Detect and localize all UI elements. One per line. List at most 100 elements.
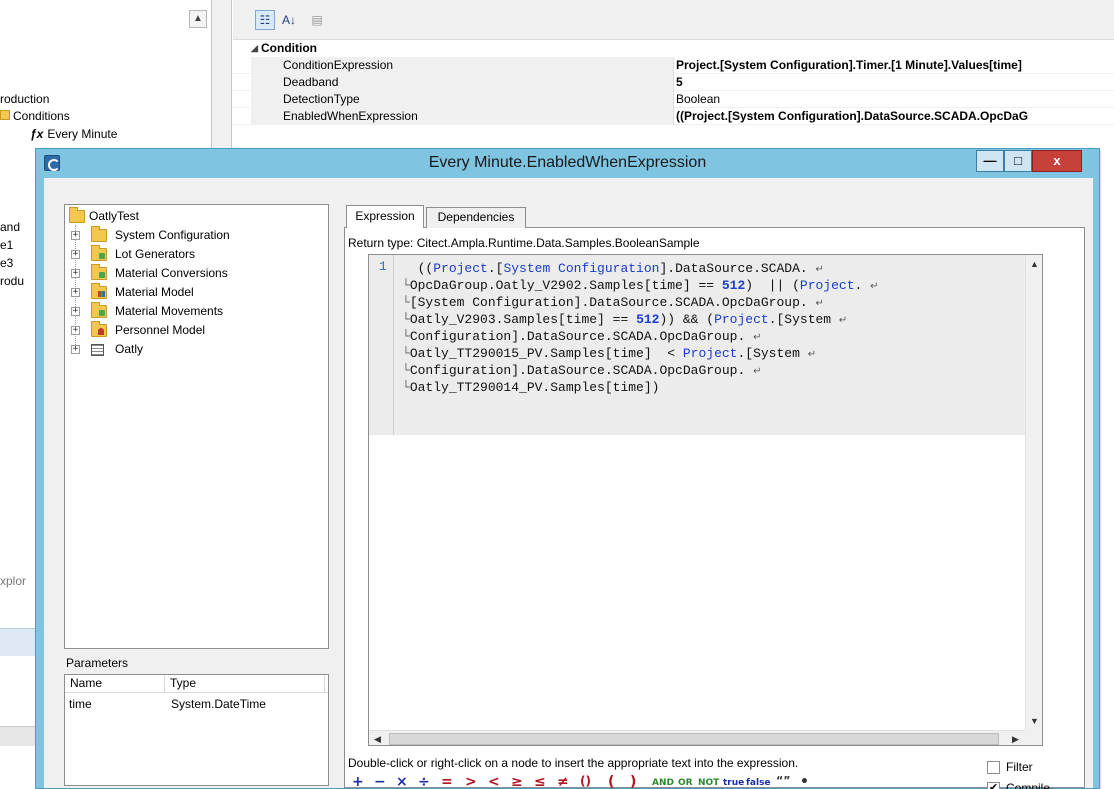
property-category[interactable]: ◢ Condition — [233, 40, 1114, 57]
tree-item-material-conversions[interactable]: + Material Conversions — [71, 264, 321, 283]
scroll-down-arrow-icon[interactable]: ▼ — [1028, 714, 1041, 728]
column-header-name[interactable]: Name — [65, 675, 165, 693]
tree-item-lot-generators[interactable]: + Lot Generators — [71, 245, 321, 264]
op-less-button[interactable]: < — [488, 774, 500, 789]
code-line[interactable]: └Oatly_TT290014_PV.Samples[time]) — [402, 379, 659, 396]
property-name: EnabledWhenExpression — [251, 108, 674, 125]
op-greater-button[interactable]: > — [465, 774, 477, 789]
op-greater-equal-button[interactable]: ≥ — [511, 774, 523, 789]
op-plus-button[interactable]: + — [352, 774, 364, 789]
code-line[interactable]: └Oatly_TT290015_PV.Samples[time] < Proje… — [402, 345, 816, 362]
bg-tree-item[interactable]: ƒx Every Minute — [30, 127, 117, 141]
category-label: Condition — [261, 41, 317, 55]
op-true-button[interactable]: true — [723, 778, 744, 788]
system-config-icon — [91, 226, 107, 242]
filter-checkbox[interactable] — [987, 761, 1000, 774]
expand-icon[interactable]: + — [71, 250, 80, 259]
property-pages-icon[interactable]: ▤ — [307, 10, 327, 30]
op-dot-button[interactable]: • — [800, 774, 809, 789]
return-type-label: Return type: Citect.Ampla.Runtime.Data.S… — [348, 236, 700, 250]
op-multiply-button[interactable]: × — [396, 774, 408, 789]
bg-tree-item[interactable]: e1 — [0, 238, 13, 252]
op-parens-button[interactable]: () — [580, 774, 591, 788]
expand-icon[interactable]: + — [71, 345, 80, 354]
property-value[interactable]: ((Project.[System Configuration].DataSou… — [674, 108, 1114, 125]
expand-icon[interactable]: + — [71, 231, 80, 240]
compile-checkbox[interactable]: ✔ — [987, 782, 1000, 789]
param-name-cell[interactable]: time — [65, 695, 165, 713]
property-row[interactable]: EnabledWhenExpression ((Project.[System … — [233, 108, 1114, 125]
tree-item-system-configuration[interactable]: + System Configuration — [71, 226, 321, 245]
close-button[interactable]: x — [1032, 150, 1082, 172]
bg-tree-item[interactable]: Conditions — [0, 109, 70, 123]
param-type-cell[interactable]: System.DateTime — [167, 695, 325, 713]
line-number: 1 — [379, 259, 387, 274]
tree-root-oatlytest[interactable]: OatlyTest — [69, 207, 269, 226]
op-divide-button[interactable]: ÷ — [418, 774, 430, 789]
op-not-button[interactable]: NOT — [698, 778, 719, 788]
op-minus-button[interactable]: − — [374, 774, 386, 789]
code-line[interactable]: ((Project.[System Configuration].DataSou… — [402, 260, 824, 277]
code-line[interactable]: └Configuration].DataSource.SCADA.OpcDaGr… — [402, 328, 761, 345]
code-line[interactable]: └[System Configuration].DataSource.SCADA… — [402, 294, 824, 311]
maximize-button[interactable]: □ — [1004, 150, 1032, 172]
horizontal-scroll-thumb[interactable] — [389, 733, 999, 745]
expression-editor[interactable]: 1 ((Project.[System Configuration].DataS… — [368, 254, 1043, 746]
op-false-button[interactable]: false — [746, 778, 771, 788]
folder-icon — [91, 283, 107, 299]
horizontal-scrollbar[interactable]: ◀ ▶ — [369, 730, 1025, 745]
project-tree[interactable]: OatlyTest + System Configuration + Lot G… — [64, 204, 329, 649]
code-line[interactable]: └OpcDaGroup.Oatly_V2902.Samples[time] ==… — [402, 277, 879, 294]
property-grid: ◢ Condition ConditionExpression Project.… — [233, 40, 1114, 125]
code-line[interactable]: └Configuration].DataSource.SCADA.OpcDaGr… — [402, 362, 761, 379]
bg-tree-item[interactable]: roduction — [0, 92, 49, 106]
expand-icon[interactable]: + — [71, 288, 80, 297]
expand-icon[interactable]: + — [71, 307, 80, 316]
op-quotes-button[interactable]: “” — [776, 774, 790, 787]
property-value[interactable]: Project.[System Configuration].Timer.[1 … — [674, 57, 1114, 74]
property-row[interactable]: Deadband 5 — [233, 74, 1114, 91]
minimize-button[interactable]: — — [976, 150, 1004, 172]
bg-tab-label[interactable]: xplor — [0, 574, 26, 588]
tree-item-personnel-model[interactable]: + Personnel Model — [71, 321, 321, 340]
property-value[interactable]: Boolean — [674, 91, 1114, 108]
tree-item-oatly[interactable]: + Oatly — [71, 340, 321, 359]
bg-tree-item[interactable]: and — [0, 220, 20, 234]
scroll-up-arrow-icon[interactable]: ▲ — [189, 10, 207, 28]
op-and-button[interactable]: AND — [652, 778, 674, 788]
op-close-paren-button[interactable]: ) — [630, 774, 636, 789]
parameters-label: Parameters — [66, 656, 129, 670]
op-equals-button[interactable]: = — [441, 774, 453, 789]
tab-dependencies[interactable]: Dependencies — [426, 207, 526, 228]
op-open-paren-button[interactable]: ( — [608, 774, 614, 789]
categorized-icon[interactable]: ☷ — [255, 10, 275, 30]
op-not-equal-button[interactable]: ≠ — [557, 774, 569, 789]
code-line[interactable]: └Oatly_V2903.Samples[time] == 512)) && (… — [402, 311, 847, 328]
expand-icon[interactable]: + — [71, 269, 80, 278]
property-row[interactable]: DetectionType Boolean — [233, 91, 1114, 108]
op-less-equal-button[interactable]: ≤ — [534, 774, 546, 789]
tree-label: Material Conversions — [115, 266, 228, 280]
scroll-left-arrow-icon[interactable]: ◀ — [371, 732, 384, 745]
tree-item-material-model[interactable]: + Material Model — [71, 283, 321, 302]
bg-tree-item[interactable]: e3 — [0, 256, 13, 270]
sort-alpha-icon[interactable]: A↓ — [279, 10, 299, 30]
tree-item-material-movements[interactable]: + Material Movements — [71, 302, 321, 321]
parameters-table[interactable]: Name Type time System.DateTime — [64, 674, 329, 786]
code-area[interactable]: 1 ((Project.[System Configuration].DataS… — [369, 255, 1025, 435]
tree-label: Material Movements — [115, 304, 224, 318]
property-row[interactable]: ConditionExpression Project.[System Conf… — [233, 57, 1114, 74]
scroll-right-arrow-icon[interactable]: ▶ — [1009, 732, 1022, 745]
scroll-up-arrow-icon[interactable]: ▲ — [1028, 257, 1041, 271]
property-value[interactable]: 5 — [674, 74, 1114, 91]
bg-tree-item[interactable]: rodu — [0, 274, 24, 288]
op-or-button[interactable]: OR — [678, 778, 693, 788]
column-header-type[interactable]: Type — [165, 675, 325, 693]
collapse-icon[interactable]: ◢ — [251, 40, 258, 57]
folder-icon — [0, 110, 10, 120]
vertical-scrollbar[interactable]: ▲ ▼ — [1025, 255, 1042, 730]
folder-icon — [91, 245, 107, 261]
title-bar[interactable]: Every Minute.EnabledWhenExpression — □ x — [36, 149, 1099, 177]
expand-icon[interactable]: + — [71, 326, 80, 335]
tab-expression[interactable]: Expression — [346, 205, 424, 228]
